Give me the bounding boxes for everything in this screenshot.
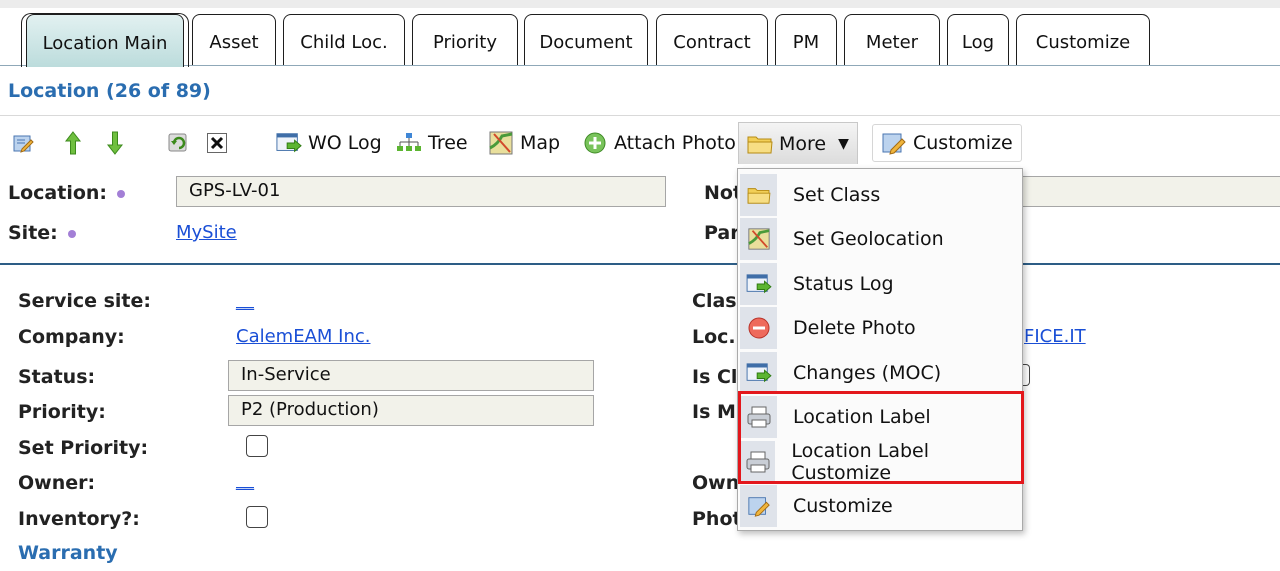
- log-arrow-icon: [740, 263, 777, 305]
- menu-item-location-label[interactable]: Location Label: [738, 395, 1024, 439]
- tab-contract[interactable]: Contract: [656, 14, 768, 66]
- company-link[interactable]: CalemEAM Inc.: [236, 326, 370, 347]
- loc-label: Loc.: [692, 326, 736, 348]
- caret-down-icon: ▼: [838, 135, 849, 152]
- map-button[interactable]: Map: [488, 124, 560, 162]
- arrow-up-icon: [60, 130, 86, 156]
- site-link[interactable]: MySite: [176, 222, 237, 243]
- section-header: Location (26 of 89): [0, 66, 1280, 116]
- more-dropdown-button[interactable]: More ▼: [738, 122, 858, 164]
- tab-meter[interactable]: Meter: [844, 14, 940, 66]
- required-dot-icon: [117, 189, 126, 198]
- is-cr-label: Is Cl: [692, 366, 738, 388]
- customize-pencil-icon: [740, 485, 777, 527]
- close-button[interactable]: [204, 124, 236, 162]
- close-icon: [204, 130, 230, 156]
- notes-field[interactable]: [1010, 176, 1280, 207]
- location-field[interactable]: GPS-LV-01: [176, 176, 666, 207]
- tab-child-loc[interactable]: Child Loc.: [283, 14, 405, 66]
- tab-pm[interactable]: PM: [775, 14, 837, 66]
- edit-button[interactable]: [10, 124, 42, 162]
- tab-customize[interactable]: Customize: [1016, 14, 1150, 66]
- required-dot-icon: [67, 229, 76, 238]
- location-label: Location:: [8, 182, 126, 204]
- company-label: Company:: [18, 326, 125, 348]
- menu-item-location-label-customize[interactable]: Location Label Customize: [738, 440, 1024, 484]
- menu-item-set-class[interactable]: Set Class: [738, 173, 1024, 217]
- status-label: Status:: [18, 366, 96, 388]
- priority-field[interactable]: P2 (Production): [228, 395, 594, 426]
- printer-icon: [740, 441, 776, 483]
- service-site-label: Service site:: [18, 290, 151, 312]
- tab-bar: Location Main Asset Child Loc. Priority …: [0, 0, 1280, 67]
- map-icon: [488, 130, 514, 156]
- refresh-icon: [166, 130, 192, 156]
- tree-button[interactable]: Tree: [396, 124, 468, 162]
- menu-item-set-geolocation[interactable]: Set Geolocation: [738, 217, 1024, 261]
- printer-icon: [740, 396, 777, 438]
- attach-photo-button[interactable]: Attach Photo: [582, 124, 736, 162]
- section-divider: [0, 263, 1280, 265]
- tab-log[interactable]: Log: [947, 14, 1009, 66]
- tab-priority[interactable]: Priority: [412, 14, 518, 66]
- owner-link[interactable]: __: [236, 470, 254, 491]
- menu-item-customize[interactable]: Customize: [738, 484, 1024, 528]
- tab-document[interactable]: Document: [524, 14, 648, 66]
- menu-item-delete-photo[interactable]: Delete Photo: [738, 306, 1024, 350]
- wo-log-button[interactable]: WO Log: [276, 124, 382, 162]
- warranty-link[interactable]: Warranty: [18, 542, 118, 564]
- menu-item-changes-moc[interactable]: Changes (MOC): [738, 351, 1024, 395]
- set-priority-checkbox[interactable]: [246, 435, 268, 457]
- priority-label: Priority:: [18, 401, 106, 423]
- map-icon: [740, 218, 777, 260]
- loc-link[interactable]: FICE.IT: [1024, 326, 1086, 347]
- log-arrow-icon: [740, 352, 777, 394]
- menu-item-status-log[interactable]: Status Log: [738, 262, 1024, 306]
- folder-icon: [740, 174, 777, 216]
- tab-asset[interactable]: Asset: [192, 14, 276, 66]
- previous-record-button[interactable]: [60, 124, 92, 162]
- delete-circle-icon: [740, 307, 777, 349]
- inventory-label: Inventory?:: [18, 508, 140, 530]
- is-m-label: Is M: [692, 401, 736, 423]
- more-dropdown-menu: Set Class Set Geolocation Status Log Del…: [737, 168, 1023, 531]
- toolbar: WO Log Tree Map Attach Photo More ▼ Cust…: [0, 118, 1280, 170]
- arrow-down-icon: [102, 130, 128, 156]
- tab-location-main[interactable]: Location Main: [21, 13, 189, 67]
- section-title: Location (26 of 89): [8, 79, 211, 102]
- log-arrow-icon: [276, 130, 302, 156]
- edit-form-icon: [10, 130, 36, 156]
- parent-label: Par: [704, 222, 740, 244]
- class-label: Clas: [692, 290, 737, 312]
- owner-label: Owner:: [18, 472, 96, 494]
- status-field[interactable]: In-Service: [228, 360, 594, 391]
- service-site-link[interactable]: __: [236, 290, 254, 311]
- customize-button[interactable]: Customize: [872, 124, 1022, 162]
- tree-icon: [396, 130, 422, 156]
- set-priority-label: Set Priority:: [18, 437, 149, 459]
- site-label: Site:: [8, 222, 76, 244]
- photo-label: Phot: [692, 508, 742, 530]
- next-record-button[interactable]: [102, 124, 134, 162]
- inventory-checkbox[interactable]: [246, 506, 268, 528]
- add-circle-icon: [582, 130, 608, 156]
- folder-icon: [747, 131, 773, 157]
- refresh-button[interactable]: [166, 124, 198, 162]
- customize-pencil-icon: [881, 130, 907, 156]
- owner-right-label: Own: [692, 472, 740, 494]
